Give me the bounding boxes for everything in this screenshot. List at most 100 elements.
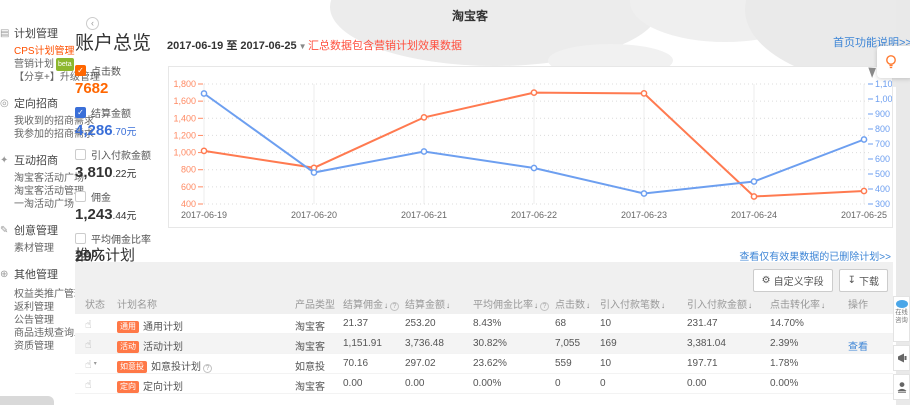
metric-checkbox[interactable]: [75, 233, 86, 244]
sidebar-item-label: 淘宝客活动管理: [14, 186, 84, 197]
metric-row: ✓ 点击数: [75, 63, 167, 78]
right-axis-label: 600: [875, 154, 890, 164]
x-axis-label: 2017-06-22: [511, 210, 557, 220]
customize-fields-button[interactable]: ⚙自定义字段: [753, 269, 833, 292]
plus-circle-icon: ⊕: [0, 269, 11, 280]
data-point: [751, 179, 756, 184]
column-header[interactable]: 引入付款金额↓: [687, 296, 752, 311]
sidebar-section-label: 其他管理: [14, 266, 58, 282]
online-consult-widget[interactable]: 在线 咨询: [893, 296, 910, 342]
thumb-up-icon[interactable]: ☝: [85, 319, 92, 331]
table-body: ☝通用通用计划淘宝客21.37253.208.43%6810231.4714.7…: [75, 314, 893, 394]
pay-count-cell: 10: [600, 358, 611, 369]
sidebar-item-label: 资质管理: [14, 341, 54, 352]
download-button[interactable]: ↧下载: [839, 269, 888, 292]
column-header[interactable]: 引入付款笔数↓: [600, 296, 665, 311]
plan-name-link[interactable]: 活动计划: [143, 342, 183, 353]
avg-rate-cell: 0.00%: [473, 378, 501, 389]
deleted-plans-link[interactable]: 查看仅有效果数据的已删除计划>>: [739, 248, 891, 263]
sidebar-collapse-button[interactable]: ‹: [86, 17, 99, 30]
metric-value-int: 4,286: [75, 122, 113, 139]
sidebar-item-label: CPS计划管理: [14, 46, 75, 57]
avg-rate-cell: 23.62%: [473, 358, 507, 369]
column-header[interactable]: 点击转化率↓: [770, 296, 825, 311]
plan-name-link[interactable]: 通用计划: [143, 322, 183, 333]
product-type-cell: 淘宝客: [295, 338, 325, 353]
bottom-widget[interactable]: [0, 396, 54, 405]
x-axis-label: 2017-06-21: [401, 210, 447, 220]
table-row[interactable]: ☝通用通用计划淘宝客21.37253.208.43%6810231.4714.7…: [75, 314, 893, 334]
sort-down-icon[interactable]: ↓: [534, 301, 538, 310]
sort-down-icon[interactable]: ↓: [586, 301, 590, 310]
contact-widget[interactable]: [893, 374, 910, 400]
column-header[interactable]: 状态: [85, 296, 105, 311]
status-cell: ☝: [85, 378, 92, 391]
column-header[interactable]: 点击数↓: [555, 296, 590, 311]
left-axis-label: 1,000: [173, 148, 196, 158]
thumb-up-icon[interactable]: ☝: [85, 379, 92, 391]
date-range-label: 2017-06-19 至 2017-06-25: [167, 40, 297, 52]
metric-label: 引入付款金额: [91, 147, 151, 162]
metric-label: 佣金: [91, 189, 111, 204]
megaphone-icon: [896, 352, 908, 364]
commission-cell: 70.16: [343, 358, 368, 369]
settle-amount-cell: 253.20: [405, 318, 436, 329]
thumb-up-icon[interactable]: ☝: [85, 339, 92, 351]
plan-name-link[interactable]: 如意投计划: [151, 362, 201, 373]
clicks-cell: 68: [555, 318, 566, 329]
info-icon[interactable]: ?: [540, 302, 549, 311]
data-point: [201, 91, 206, 96]
sort-down-icon[interactable]: ↓: [384, 301, 388, 310]
metric-label: 点击数: [91, 63, 121, 78]
download-icon: ↧: [848, 275, 856, 286]
date-range-picker[interactable]: 2017-06-19 至 2017-06-25▼: [167, 37, 307, 53]
column-header[interactable]: 平均佣金比率↓?: [473, 296, 549, 311]
metric-checkbox[interactable]: [75, 191, 86, 202]
column-header[interactable]: 计划名称: [117, 296, 157, 311]
right-axis-label: 300: [875, 199, 890, 209]
chat-icon: [896, 300, 908, 308]
view-link[interactable]: 查看: [848, 342, 868, 353]
data-point: [201, 148, 206, 153]
notice-text: 汇总数据包含营销计划效果数据: [308, 37, 462, 53]
data-point: [751, 194, 756, 199]
sort-down-icon[interactable]: ↓: [821, 301, 825, 310]
plan-type-badge: 如意投: [117, 361, 147, 373]
info-icon[interactable]: ?: [203, 364, 212, 373]
left-axis-label: 1,600: [173, 96, 196, 106]
status-caret-icon[interactable]: ▾: [94, 361, 97, 367]
column-header[interactable]: 产品类型: [295, 296, 335, 311]
column-header[interactable]: 操作: [848, 296, 868, 311]
sort-down-icon[interactable]: ↓: [661, 301, 665, 310]
sort-down-icon[interactable]: ↓: [446, 301, 450, 310]
metric-checkbox[interactable]: [75, 149, 86, 160]
info-icon[interactable]: ?: [390, 302, 399, 311]
metric-value-dec: .44元: [113, 211, 137, 222]
commission-cell: 0.00: [343, 378, 362, 389]
table-row[interactable]: ☝▾如意投如意投计划?如意投70.16297.0223.62%55910197.…: [75, 354, 893, 374]
data-point: [641, 91, 646, 96]
table-row[interactable]: ☝活动活动计划淘宝客1,151.913,736.4830.82%7,055169…: [75, 334, 893, 354]
announcement-widget[interactable]: [893, 345, 910, 371]
thumb-up-icon[interactable]: ☝: [85, 359, 92, 371]
status-cell: ☝: [85, 318, 92, 331]
clicks-cell: 7,055: [555, 338, 580, 349]
plan-name-link[interactable]: 定向计划: [143, 382, 183, 393]
data-point: [421, 149, 426, 154]
table-row[interactable]: ☝定向定向计划淘宝客0.000.000.00%000.000.00%: [75, 374, 893, 394]
chart-panel: 4006008001,0001,2001,4001,6001,800300400…: [168, 66, 893, 228]
cvr-cell: 2.39%: [770, 338, 798, 349]
metric-checkbox[interactable]: ✓: [75, 65, 86, 76]
action-cell: 查看: [848, 338, 868, 353]
sort-down-icon[interactable]: ↓: [748, 301, 752, 310]
metrics-panel: ✓点击数7682✓结算金额4,286.70元引入付款金额3,810.22元佣金1…: [75, 63, 167, 273]
badge-beta: beta: [56, 58, 74, 71]
sidebar-section-label: 计划管理: [14, 25, 58, 41]
metric-checkbox[interactable]: ✓: [75, 107, 86, 118]
tip-popup[interactable]: [877, 46, 910, 78]
metric-value-int: 7682: [75, 80, 108, 97]
column-header-label: 引入付款笔数: [600, 300, 660, 311]
column-header[interactable]: 结算金额↓: [405, 296, 450, 311]
x-axis-label: 2017-06-23: [621, 210, 667, 220]
column-header[interactable]: 结算佣金↓?: [343, 296, 399, 311]
